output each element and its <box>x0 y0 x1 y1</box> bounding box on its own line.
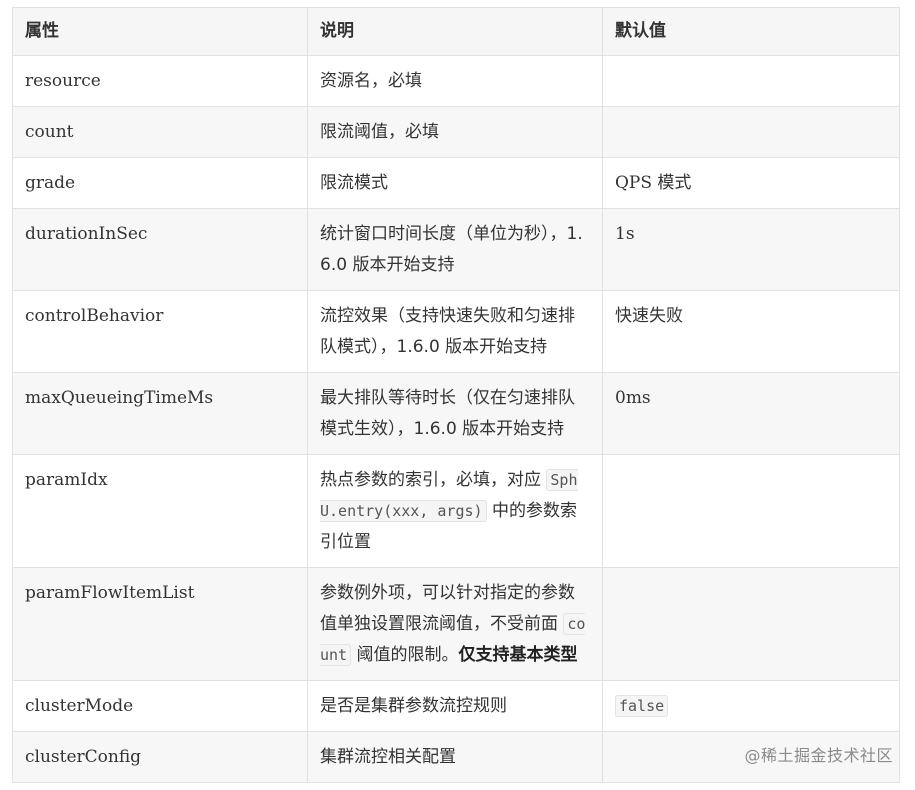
property-name: count <box>12 106 308 158</box>
property-default: 快速失败 <box>602 290 900 373</box>
table-row: clusterMode 是否是集群参数流控规则 false <box>12 680 900 732</box>
header-property: 属性 <box>12 7 308 56</box>
table-row: durationInSec 统计窗口时间长度（单位为秒），1.6.0 版本开始支… <box>12 208 900 291</box>
properties-table: 属性 说明 默认值 resource 资源名，必填 count 限流阈值，必填 … <box>12 7 900 783</box>
property-description: 统计窗口时间长度（单位为秒），1.6.0 版本开始支持 <box>307 208 603 291</box>
inline-code: false <box>615 695 669 717</box>
property-default <box>602 567 900 681</box>
property-name: paramIdx <box>12 454 308 568</box>
property-description: 集群流控相关配置 <box>307 731 603 783</box>
table-row: paramFlowItemList 参数例外项，可以针对指定的参数值单独设置限流… <box>12 567 900 681</box>
property-description: 最大排队等待时长（仅在匀速排队模式生效），1.6.0 版本开始支持 <box>307 372 603 455</box>
property-default: 0ms <box>602 372 900 455</box>
property-name: controlBehavior <box>12 290 308 373</box>
property-default: false <box>602 680 900 732</box>
property-default <box>602 454 900 568</box>
table-row: maxQueueingTimeMs 最大排队等待时长（仅在匀速排队模式生效），1… <box>12 372 900 455</box>
property-description: 热点参数的索引，必填，对应 SphU.entry(xxx, args) 中的参数… <box>307 454 603 568</box>
table-row: paramIdx 热点参数的索引，必填，对应 SphU.entry(xxx, a… <box>12 454 900 568</box>
table-row: resource 资源名，必填 <box>12 55 900 107</box>
bold-note: 仅支持基本类型 <box>458 645 578 665</box>
property-default: QPS 模式 <box>602 157 900 209</box>
header-description: 说明 <box>307 7 603 56</box>
property-name: maxQueueingTimeMs <box>12 372 308 455</box>
property-name: resource <box>12 55 308 107</box>
property-description: 参数例外项，可以针对指定的参数值单独设置限流阈值，不受前面 count 阈值的限… <box>307 567 603 681</box>
property-name: grade <box>12 157 308 209</box>
description-text: 参数例外项，可以针对指定的参数值单独设置限流阈值，不受前面 <box>320 583 575 634</box>
property-default <box>602 106 900 158</box>
table-header-row: 属性 说明 默认值 <box>12 7 900 56</box>
property-default <box>602 55 900 107</box>
header-default: 默认值 <box>602 7 900 56</box>
table-row: count 限流阈值，必填 <box>12 106 900 158</box>
property-name: paramFlowItemList <box>12 567 308 681</box>
property-description: 限流阈值，必填 <box>307 106 603 158</box>
property-description: 是否是集群参数流控规则 <box>307 680 603 732</box>
description-text: 热点参数的索引，必填，对应 <box>320 470 547 490</box>
watermark: @稀土掘金技术社区 <box>744 746 893 765</box>
property-name: clusterMode <box>12 680 308 732</box>
property-description: 流控效果（支持快速失败和匀速排队模式），1.6.0 版本开始支持 <box>307 290 603 373</box>
table-row: grade 限流模式 QPS 模式 <box>12 157 900 209</box>
table-row: controlBehavior 流控效果（支持快速失败和匀速排队模式），1.6.… <box>12 290 900 373</box>
description-text: 阈值的限制。 <box>351 645 459 665</box>
property-description: 限流模式 <box>307 157 603 209</box>
property-description: 资源名，必填 <box>307 55 603 107</box>
property-name: clusterConfig <box>12 731 308 783</box>
property-name: durationInSec <box>12 208 308 291</box>
property-default: 1s <box>602 208 900 291</box>
